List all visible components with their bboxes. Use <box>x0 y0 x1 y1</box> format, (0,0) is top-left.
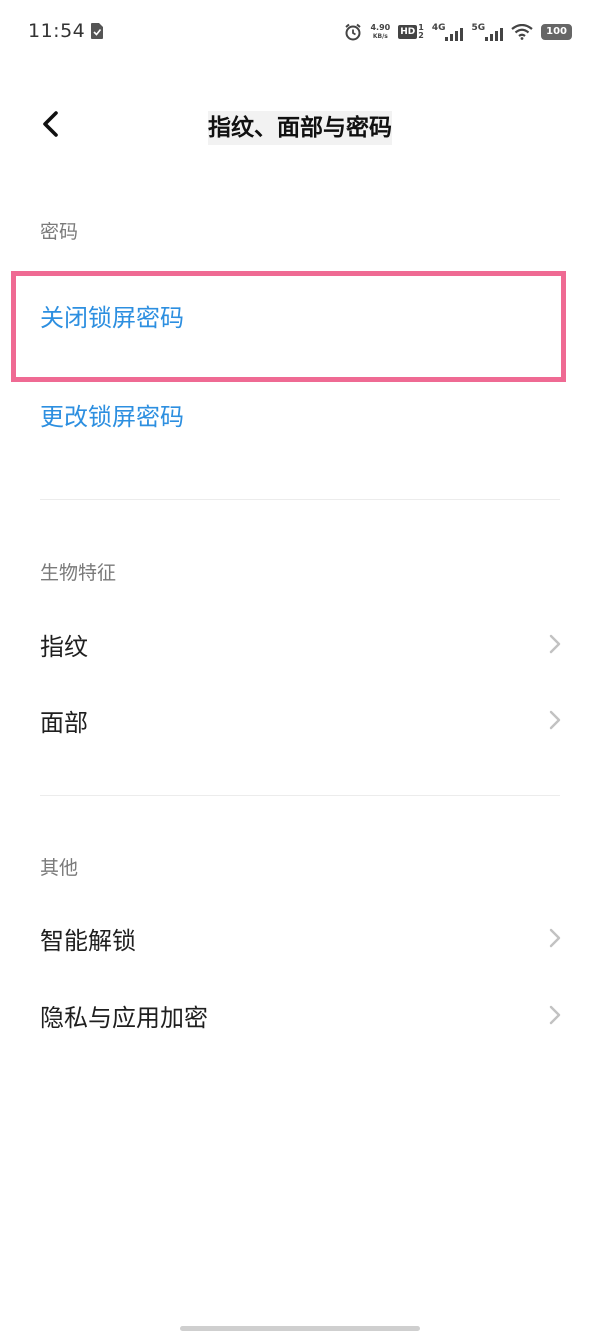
sim-card-icon <box>91 23 103 39</box>
change-lock-screen-password[interactable]: 更改锁屏密码 <box>40 397 184 432</box>
alarm-icon <box>345 23 362 41</box>
page-title-text: 指纹、面部与密码 <box>208 111 392 145</box>
signal-4g-icon: 4G <box>432 23 464 41</box>
status-time: 11:54 <box>28 20 86 42</box>
network-speed-unit: KB/s <box>372 33 388 40</box>
signal-5g-label: 5G <box>471 23 486 33</box>
chevron-right-icon <box>549 928 561 948</box>
signal-bars-icon <box>445 28 464 41</box>
list-item-smart-unlock[interactable]: 智能解锁 <box>40 910 562 966</box>
page-header: 指纹、面部与密码 <box>0 88 600 160</box>
battery-level: 100 <box>546 26 567 37</box>
chevron-right-icon <box>549 634 561 654</box>
list-item-fingerprint[interactable]: 指纹 <box>40 616 562 672</box>
divider <box>40 499 560 500</box>
list-item-privacy-app-encryption[interactable]: 隐私与应用加密 <box>40 987 562 1043</box>
divider <box>40 795 560 796</box>
status-bar: 11:54 4.90 KB/s HD 1 2 4G 5G 100 <box>0 0 600 64</box>
hd-voice-icon: HD 1 2 <box>398 24 424 40</box>
list-item-face[interactable]: 面部 <box>40 692 562 748</box>
signal-bars-icon <box>485 28 504 41</box>
signal-4g-label: 4G <box>431 23 446 33</box>
list-item-label: 面部 <box>40 708 88 737</box>
section-header-biometrics: 生物特征 <box>40 562 117 584</box>
hd-sub-bottom: 2 <box>418 31 424 40</box>
chevron-right-icon <box>549 710 561 730</box>
network-speed-value: 4.90 <box>370 23 391 32</box>
page-title: 指纹、面部与密码 <box>0 108 600 145</box>
list-item-label: 隐私与应用加密 <box>40 1003 208 1032</box>
list-item-label: 智能解锁 <box>40 926 136 955</box>
chevron-right-icon <box>549 1005 561 1025</box>
section-header-other: 其他 <box>40 857 79 879</box>
status-icons: 4.90 KB/s HD 1 2 4G 5G 100 <box>344 20 572 44</box>
signal-5g-icon: 5G <box>471 23 504 41</box>
turn-off-lock-screen-password[interactable]: 关闭锁屏密码 <box>40 298 184 333</box>
battery-icon: 100 <box>541 24 572 40</box>
home-indicator[interactable] <box>180 1326 420 1331</box>
hd-label: HD <box>398 25 418 39</box>
list-item-label: 指纹 <box>40 632 88 661</box>
section-header-password: 密码 <box>40 221 79 243</box>
network-speed: 4.90 KB/s <box>370 23 390 41</box>
wifi-icon <box>511 24 533 40</box>
